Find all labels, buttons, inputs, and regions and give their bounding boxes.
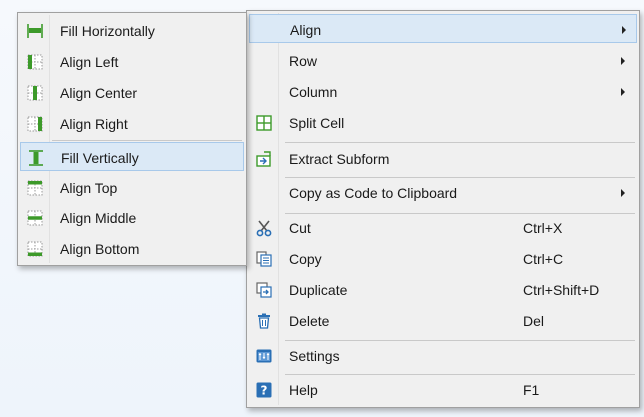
menu-separator [52, 140, 242, 141]
menu-item-label: Help [289, 382, 318, 398]
menu-item-row[interactable]: Row [249, 46, 637, 75]
menu-item-align-top[interactable]: Align Top [20, 173, 244, 202]
menu-item-help[interactable]: ? Help F1 [249, 375, 637, 404]
fill-vertically-icon [27, 149, 45, 167]
menu-item-label: Column [289, 84, 338, 100]
menu-item-label: Cut [289, 220, 311, 236]
trash-icon [255, 312, 273, 330]
align-top-icon [26, 179, 44, 197]
fill-horizontally-icon [26, 22, 44, 40]
menu-item-label: Align Top [60, 180, 118, 196]
menu-item-label: Align Right [60, 116, 128, 132]
shortcut-label: Ctrl+Shift+D [523, 282, 600, 298]
shortcut-label: Ctrl+C [523, 251, 564, 267]
menu-item-label: Settings [289, 348, 340, 364]
settings-icon [255, 347, 273, 365]
menu-item-delete[interactable]: Delete Del [249, 306, 637, 335]
menu-item-label: Extract Subform [289, 151, 390, 167]
menu-item-copy[interactable]: Copy Ctrl+C [249, 244, 637, 273]
menu-item-label: Row [289, 53, 318, 69]
menu-item-settings[interactable]: Settings [249, 341, 637, 370]
submenu-arrow-icon [621, 57, 625, 65]
copy-icon [255, 250, 273, 268]
menu-item-label: Align Left [60, 54, 119, 70]
menu-item-cut[interactable]: Cut Ctrl+X [249, 213, 637, 242]
align-bottom-icon [26, 240, 44, 258]
menu-item-align-middle[interactable]: Align Middle [20, 203, 244, 232]
svg-text:?: ? [261, 384, 268, 398]
submenu-arrow-icon [622, 26, 626, 34]
menu-item-duplicate[interactable]: Duplicate Ctrl+Shift+D [249, 275, 637, 304]
menu-item-fill-horizontally[interactable]: Fill Horizontally [20, 16, 244, 45]
menu-item-align-bottom[interactable]: Align Bottom [20, 234, 244, 263]
align-center-icon [26, 84, 44, 102]
menu-item-align-right[interactable]: Align Right [20, 109, 244, 138]
menu-item-label: Align Middle [60, 210, 137, 226]
menu-item-label: Fill Horizontally [60, 23, 155, 39]
shortcut-label: Del [523, 313, 545, 329]
menu-item-align[interactable]: Align [249, 14, 637, 43]
align-left-icon [26, 53, 44, 71]
menu-item-label: Align [290, 22, 322, 38]
menu-item-extract-subform[interactable]: Extract Subform [249, 144, 637, 173]
menu-item-column[interactable]: Column [249, 77, 637, 106]
menu-item-label: Copy as Code to Clipboard [289, 185, 458, 201]
menu-item-copy-as-code[interactable]: Copy as Code to Clipboard [249, 178, 637, 207]
extract-subform-icon [255, 150, 273, 168]
shortcut-label: F1 [523, 382, 540, 398]
menu-item-label: Align Bottom [60, 241, 140, 257]
menu-item-label: Split Cell [289, 115, 345, 131]
menu-item-align-center[interactable]: Align Center [20, 78, 244, 107]
menu-item-label: Align Center [60, 85, 138, 101]
submenu-arrow-icon [621, 189, 625, 197]
menu-item-label: Duplicate [289, 282, 348, 298]
align-submenu: Fill Horizontally Align Left Align Cente… [17, 12, 247, 266]
help-icon: ? [255, 381, 273, 399]
menu-item-label: Fill Vertically [61, 150, 139, 166]
menu-item-fill-vertically[interactable]: Fill Vertically [20, 142, 244, 171]
align-right-icon [26, 115, 44, 133]
split-cell-icon [255, 114, 273, 132]
shortcut-label: Ctrl+X [523, 220, 563, 236]
submenu-arrow-icon [621, 88, 625, 96]
menu-item-align-left[interactable]: Align Left [20, 47, 244, 76]
align-middle-icon [26, 209, 44, 227]
scissors-icon [255, 219, 273, 237]
menu-item-split-cell[interactable]: Split Cell [249, 108, 637, 137]
context-menu: Align Row Column Split Cell Extract Subf… [246, 10, 640, 408]
duplicate-icon [255, 281, 273, 299]
menu-separator [285, 142, 635, 143]
menu-item-label: Copy [289, 251, 322, 267]
menu-item-label: Delete [289, 313, 330, 329]
